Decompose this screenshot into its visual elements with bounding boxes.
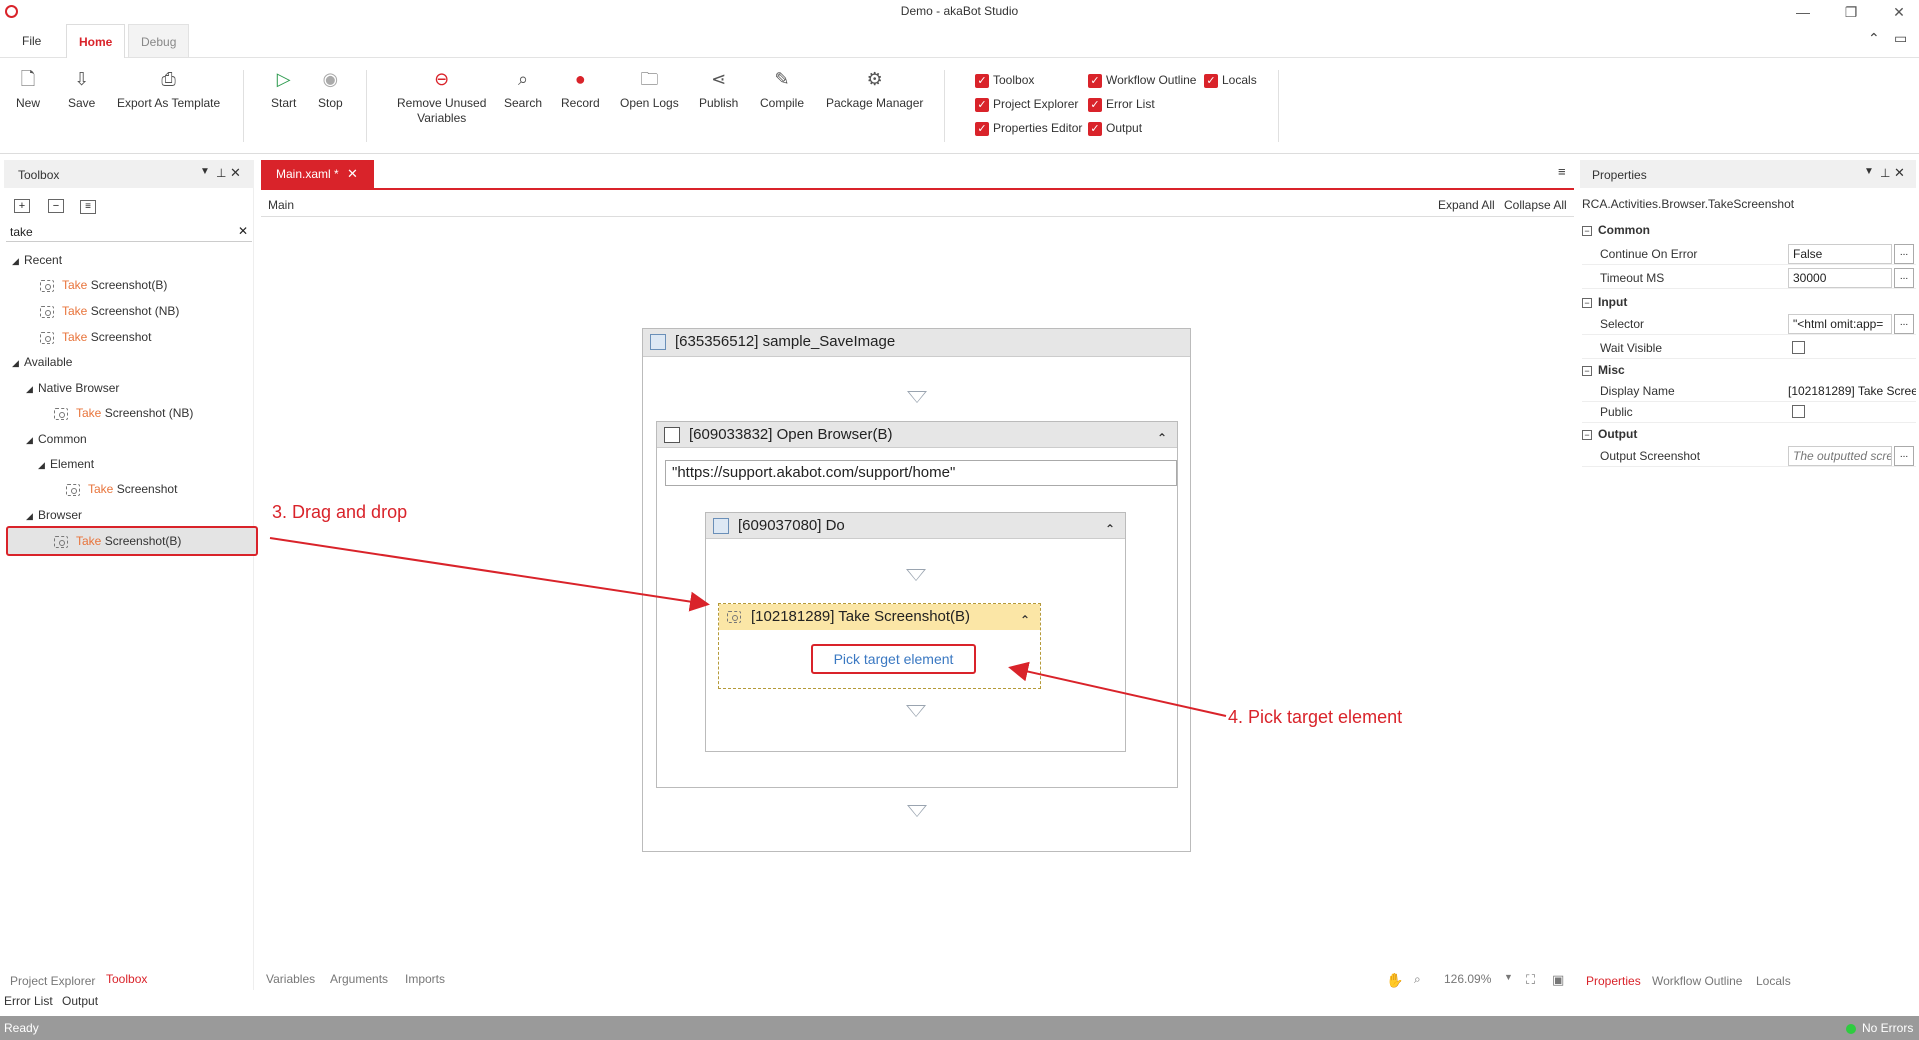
prop-timeout[interactable]: Timeout MS 30000 ... — [1582, 267, 1916, 289]
annotation-drag-and-drop: 3. Drag and drop — [272, 502, 408, 522]
prop-name: Wait Visible — [1600, 341, 1663, 355]
collapse-group-icon: − — [1582, 297, 1592, 308]
selector-value[interactable]: "<html omit:app= — [1788, 314, 1892, 334]
continue-on-error-value[interactable]: False — [1788, 244, 1892, 264]
tab-properties[interactable]: Properties — [1586, 974, 1641, 988]
dropdown-icon[interactable]: ▼ — [1864, 166, 1874, 177]
prop-name: Display Name — [1600, 384, 1675, 398]
properties-header: Properties ▼ ⊥ ✕ — [1580, 160, 1916, 188]
prop-wait-visible[interactable]: Wait Visible — [1582, 337, 1916, 359]
prop-output-screenshot[interactable]: Output Screenshot The outputted scre ... — [1582, 445, 1916, 467]
status-ok-icon — [1846, 1023, 1856, 1034]
error-status-text: No Errors — [1862, 1021, 1914, 1035]
activity-type: RCA.Activities.Browser.TakeScreenshot — [1582, 197, 1795, 211]
public-checkbox[interactable] — [1792, 405, 1805, 418]
pin-icon[interactable]: ⊥ — [1880, 166, 1890, 180]
collapse-group-icon: − — [1582, 365, 1592, 376]
pick-arrow — [1008, 661, 1227, 717]
tab-imports[interactable]: Imports — [405, 972, 445, 986]
group-misc[interactable]: − Misc — [1582, 363, 1625, 377]
fit-screen-icon[interactable]: ⛶ — [1526, 972, 1535, 988]
collapse-group-icon: − — [1582, 225, 1592, 236]
ellipsis-button[interactable]: ... — [1894, 244, 1914, 264]
display-name-value[interactable]: [102181289] Take Scree — [1788, 384, 1916, 398]
zoom-level[interactable]: 126.09% — [1444, 972, 1491, 986]
group-label: Common — [1598, 223, 1650, 237]
tab-locals[interactable]: Locals — [1756, 974, 1791, 988]
group-label: Input — [1598, 295, 1628, 309]
collapse-group-icon: − — [1582, 429, 1592, 440]
prop-public[interactable]: Public — [1582, 401, 1916, 423]
group-label: Output — [1598, 427, 1638, 441]
prop-name: Continue On Error — [1600, 247, 1698, 261]
group-output[interactable]: − Output — [1582, 427, 1637, 441]
group-input[interactable]: − Input — [1582, 295, 1627, 309]
error-status: No Errors — [1846, 1016, 1913, 1040]
close-icon[interactable]: ✕ — [1894, 165, 1905, 181]
wait-visible-checkbox[interactable] — [1792, 341, 1805, 354]
prop-continue-on-error[interactable]: Continue On Error False ... — [1582, 243, 1916, 265]
ellipsis-button[interactable]: ... — [1894, 314, 1914, 334]
prop-selector[interactable]: Selector "<html omit:app= ... — [1582, 313, 1916, 335]
status-text: Ready — [4, 1021, 39, 1035]
status-bar: Ready No Errors — [0, 1016, 1919, 1040]
prop-display-name[interactable]: Display Name [102181289] Take Scree — [1582, 380, 1916, 402]
group-label: Misc — [1598, 363, 1625, 377]
tab-arguments[interactable]: Arguments — [330, 972, 388, 986]
tab-variables[interactable]: Variables — [266, 972, 315, 986]
tab-workflow-outline[interactable]: Workflow Outline — [1652, 974, 1742, 988]
ellipsis-button[interactable]: ... — [1894, 446, 1914, 466]
group-common[interactable]: − Common — [1582, 223, 1650, 237]
prop-name: Public — [1600, 405, 1633, 419]
properties-title: Properties — [1592, 168, 1647, 182]
overview-icon[interactable]: ▣ — [1552, 972, 1564, 988]
prop-name: Selector — [1600, 317, 1645, 331]
hand-tool-icon[interactable]: ✋ — [1386, 972, 1403, 989]
ellipsis-button[interactable]: ... — [1894, 268, 1914, 288]
zoom-dropdown-icon[interactable]: ▼ — [1504, 972, 1513, 982]
prop-name: Output Screenshot — [1600, 449, 1701, 463]
drag-arrow — [269, 537, 710, 612]
timeout-value[interactable]: 30000 — [1788, 268, 1892, 288]
output-screenshot-value[interactable]: The outputted scre — [1788, 446, 1892, 466]
annotation-pick-target: 4. Pick target element — [1228, 707, 1403, 727]
prop-name: Timeout MS — [1600, 271, 1665, 285]
zoom-icon[interactable]: ⌕ — [1414, 972, 1421, 987]
